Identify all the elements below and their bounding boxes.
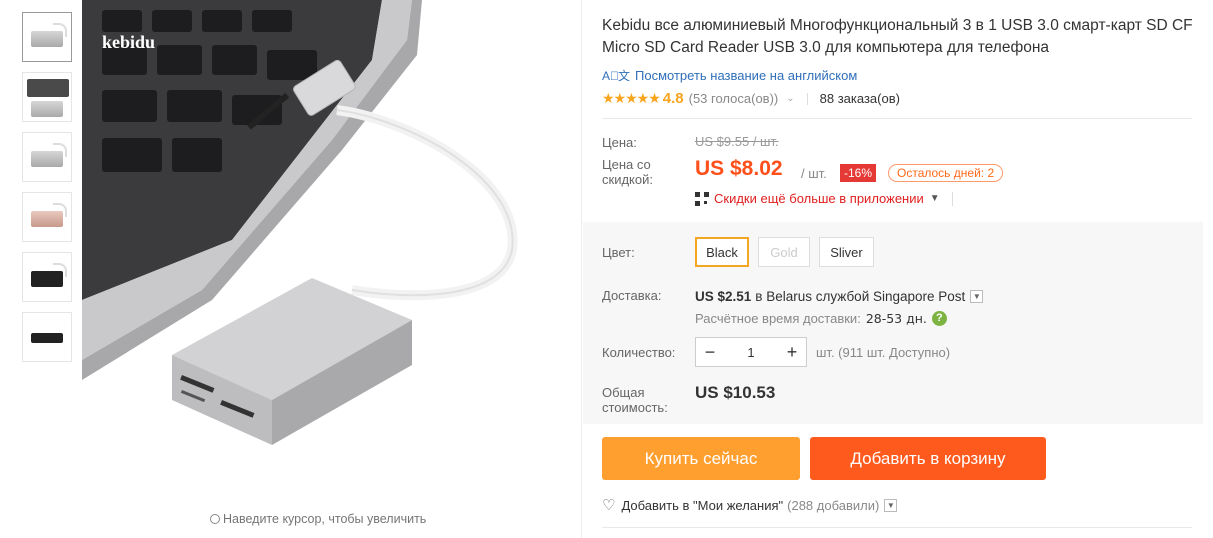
rating-votes[interactable]: (53 голоса(ов)): [689, 91, 779, 106]
translate-link[interactable]: A⃝文 Посмотреть название на английском: [602, 67, 857, 84]
total-label: Общая стоимость:: [602, 385, 668, 415]
decrement-button[interactable]: −: [696, 342, 724, 363]
quantity-input[interactable]: 1: [724, 345, 778, 360]
app-promo[interactable]: Скидки ещё больше в приложении ▼: [695, 191, 953, 206]
discount-badge: -16%: [840, 164, 877, 182]
caret-down-icon[interactable]: ▼: [930, 193, 940, 204]
product-photo: kebidu: [82, 0, 518, 445]
magnifier-icon: [210, 514, 220, 524]
increment-button[interactable]: +: [778, 342, 806, 363]
thumbnail-1[interactable]: [22, 12, 72, 62]
zoom-hint: Наведите курсор, чтобы увеличить: [210, 512, 426, 526]
color-label: Цвет:: [602, 245, 635, 260]
buy-now-button[interactable]: Купить сейчас: [602, 437, 800, 480]
color-option-sliver[interactable]: Sliver: [819, 237, 874, 267]
original-price: US $9.55 / шт.: [695, 134, 779, 149]
divider: [806, 92, 808, 105]
watermark: kebidu: [102, 32, 155, 52]
column-divider: [581, 0, 582, 538]
delivery-time-label: Расчётное время доставки:: [695, 311, 861, 326]
color-option-gold[interactable]: Gold: [758, 237, 810, 267]
shipping-price: US $2.51: [695, 289, 752, 304]
divider: [951, 191, 953, 206]
shipping-label: Доставка:: [602, 288, 662, 303]
product-title: Kebidu все алюминиевый Многофункциональн…: [602, 17, 1193, 56]
stock-info: шт. (911 шт. Доступно): [816, 345, 951, 360]
color-option-black[interactable]: Black: [695, 237, 749, 267]
thumbnail-list: [22, 12, 72, 372]
translate-icon: A⃝文: [602, 69, 630, 83]
thumbnail-4[interactable]: [22, 192, 72, 242]
qr-code-icon: [695, 191, 709, 206]
rating-stars: ★★★★★: [602, 90, 661, 106]
delivery-time: Расчётное время доставки: 28-53 дн. ?: [695, 311, 947, 326]
translate-link-text[interactable]: Посмотреть название на английском: [635, 68, 857, 83]
shipping-info[interactable]: US $2.51 в Belarus службой Singapore Pos…: [695, 289, 984, 304]
days-left-badge: Осталось дней: 2: [888, 164, 1004, 182]
per-unit: / шт.: [801, 166, 827, 181]
divider: [602, 527, 1192, 528]
orders-count: 88 заказа(ов): [819, 91, 900, 106]
wishlist-link[interactable]: Добавить в "Мои желания": [621, 498, 783, 513]
delivery-days: 28-53 дн.: [865, 311, 927, 326]
quantity-stepper: − 1 +: [695, 337, 807, 367]
sale-price: US $8.02: [695, 157, 783, 180]
chevron-down-icon[interactable]: ⌄: [786, 93, 794, 104]
app-promo-text[interactable]: Скидки ещё больше в приложении: [714, 191, 924, 206]
help-icon[interactable]: ?: [931, 311, 947, 326]
total-price: US $10.53: [695, 383, 776, 402]
thumbnail-6[interactable]: [22, 312, 72, 362]
divider: [602, 118, 1192, 119]
chevron-down-icon[interactable]: ▼: [884, 498, 898, 512]
thumbnail-3[interactable]: [22, 132, 72, 182]
rating-row: ★★★★★ 4.8 (53 голоса(ов)) ⌄ 88 заказа(ов…: [602, 90, 900, 107]
wishlist-count: (288 добавили): [787, 497, 880, 513]
add-to-cart-button[interactable]: Добавить в корзину: [810, 437, 1046, 480]
zoom-hint-text: Наведите курсор, чтобы увеличить: [223, 512, 427, 526]
main-product-image[interactable]: kebidu: [82, 0, 580, 538]
quantity-label: Количество:: [602, 345, 676, 360]
chevron-down-icon[interactable]: ▼: [970, 290, 984, 303]
shipping-text: в Belarus службой Singapore Post: [755, 289, 966, 304]
wishlist-row[interactable]: ♡ Добавить в "Мои желания" (288 добавили…: [602, 496, 898, 514]
heart-icon[interactable]: ♡: [602, 496, 615, 514]
thumbnail-5[interactable]: [22, 252, 72, 302]
price-label: Цена:: [602, 135, 637, 150]
sale-price-label: Цена со скидкой:: [602, 157, 653, 187]
rating-value: 4.8: [662, 90, 684, 107]
thumbnail-2[interactable]: [22, 72, 72, 122]
